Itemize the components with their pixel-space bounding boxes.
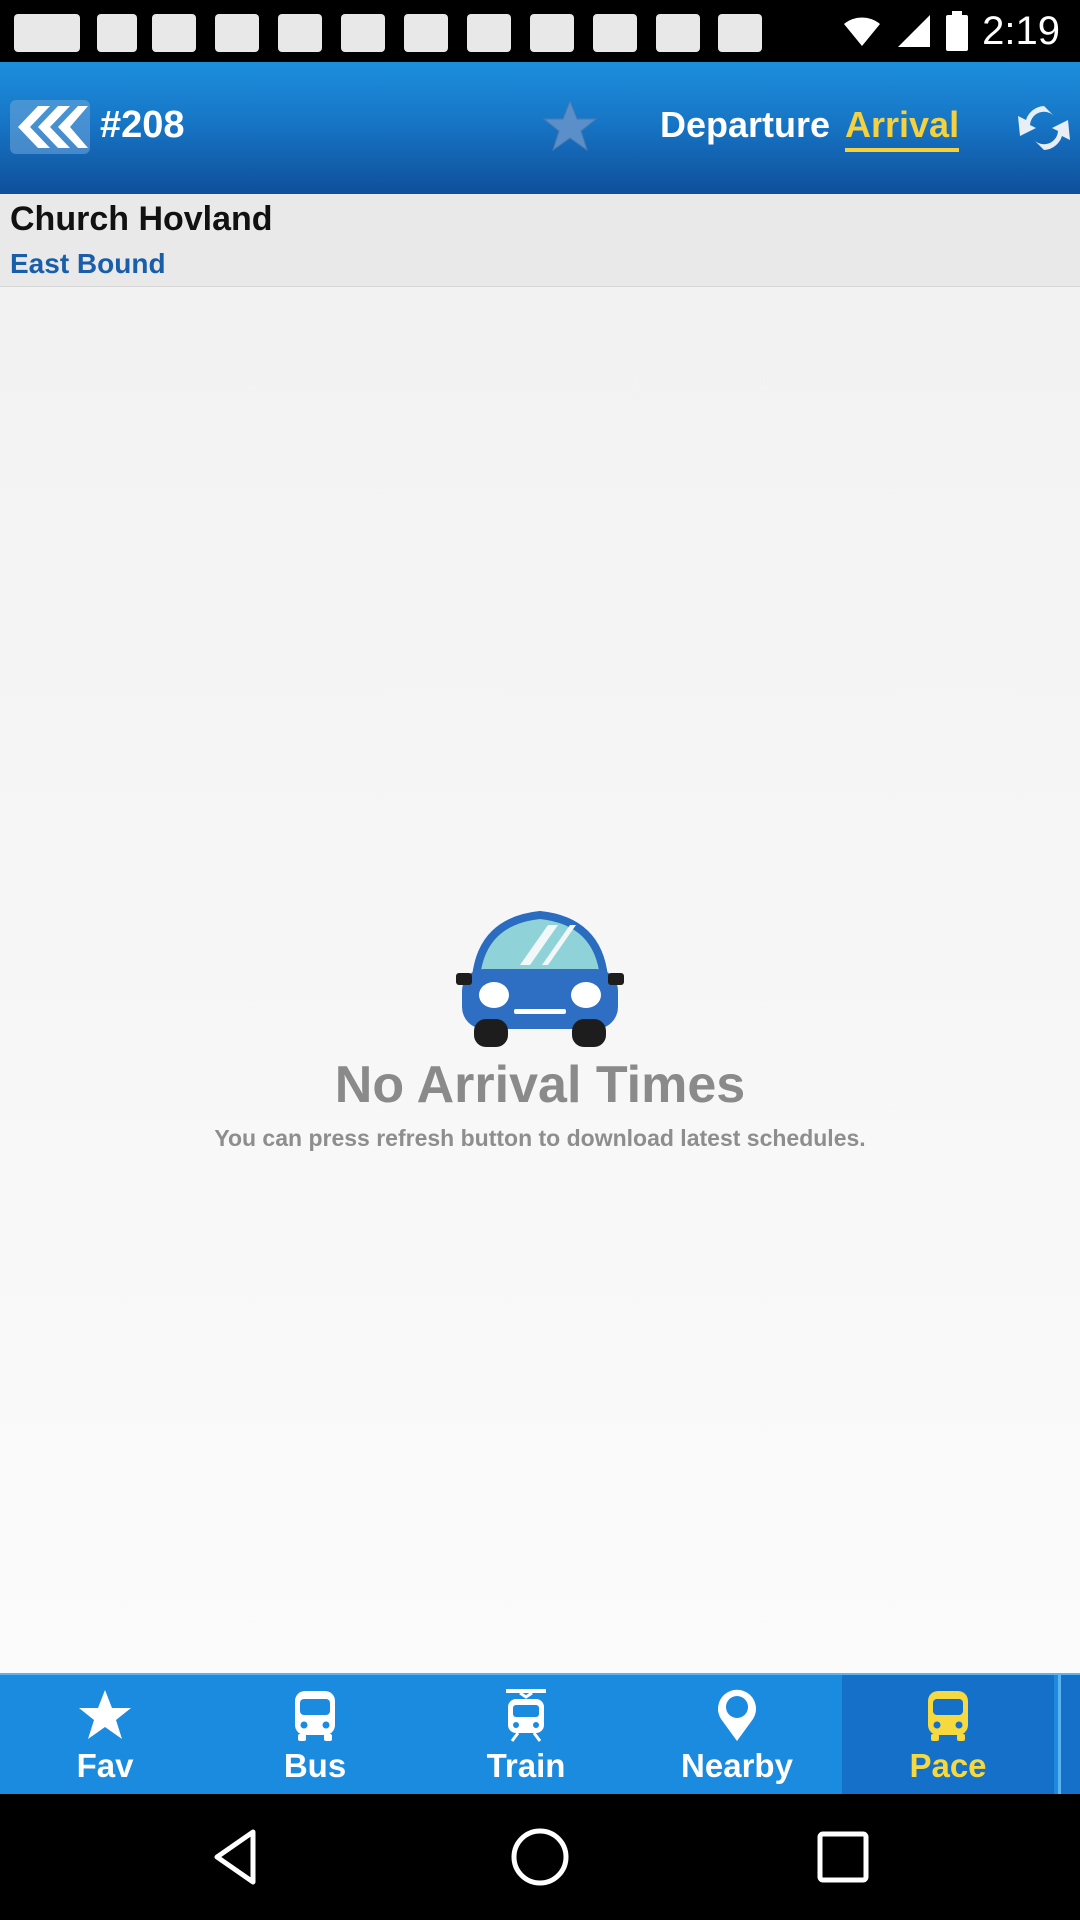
- train-icon: [506, 1689, 546, 1742]
- favorite-star-icon[interactable]: [542, 98, 598, 154]
- empty-state-title: No Arrival Times: [334, 1056, 746, 1114]
- system-back-icon[interactable]: [203, 1824, 269, 1890]
- notification-icon: [341, 14, 385, 52]
- notification-icon: [215, 14, 259, 52]
- route-number: #208: [100, 104, 185, 146]
- notification-icon: [467, 14, 511, 52]
- star-icon: [79, 1690, 131, 1739]
- nav-fav[interactable]: Fav: [0, 1675, 210, 1794]
- nav-pace-label: Pace: [909, 1747, 987, 1784]
- nav-train-label: Train: [486, 1747, 566, 1784]
- map-pin-icon: [718, 1689, 756, 1741]
- system-nav-bar: [0, 1794, 1080, 1920]
- header-bar: #208 Departure Arrival: [0, 62, 1080, 194]
- bottom-nav: Fav Bus Train Nearby Pace: [0, 1673, 1080, 1794]
- pace-bus-icon: [928, 1691, 968, 1741]
- nav-fav-label: Fav: [76, 1747, 134, 1784]
- battery-icon: [946, 11, 969, 51]
- notification-icon: [593, 14, 637, 52]
- empty-state-subtitle: You can press refresh button to download…: [214, 1125, 866, 1151]
- nav-nearby-label: Nearby: [681, 1747, 793, 1784]
- status-bar: 2:19: [0, 0, 1080, 62]
- direction-label: East Bound: [10, 248, 166, 279]
- wifi-icon: [844, 17, 881, 46]
- notification-icon: [404, 14, 448, 52]
- nav-bus[interactable]: Bus: [210, 1675, 420, 1794]
- nav-overflow-edge: [1058, 1675, 1080, 1794]
- notification-icon: [656, 14, 700, 52]
- car-icon: [456, 910, 624, 1047]
- clock: 2:19: [982, 8, 1060, 53]
- notification-icon: [530, 14, 574, 52]
- tab-departure[interactable]: Departure: [660, 104, 830, 146]
- nav-nearby[interactable]: Nearby: [632, 1675, 842, 1794]
- refresh-icon[interactable]: [1016, 98, 1072, 158]
- back-arrow-icon[interactable]: [10, 100, 90, 154]
- notification-icon: [14, 14, 80, 52]
- signal-icon: [898, 15, 931, 47]
- notification-icon: [718, 14, 762, 52]
- notification-icon: [152, 14, 196, 52]
- notification-icon: [278, 14, 322, 52]
- nav-pace[interactable]: Pace: [842, 1675, 1054, 1794]
- system-home-icon[interactable]: [507, 1824, 573, 1890]
- stop-name: Church Hovland: [10, 200, 273, 238]
- tab-arrival[interactable]: Arrival: [845, 104, 960, 152]
- stop-info: Church Hovland East Bound: [0, 194, 1080, 287]
- arrival-list: No Arrival Times You can press refresh b…: [0, 287, 1080, 1673]
- bus-icon: [295, 1691, 335, 1741]
- system-recents-icon[interactable]: [810, 1824, 876, 1890]
- nav-train[interactable]: Train: [420, 1675, 632, 1794]
- nav-bus-label: Bus: [283, 1747, 347, 1784]
- notification-icon: [97, 14, 137, 52]
